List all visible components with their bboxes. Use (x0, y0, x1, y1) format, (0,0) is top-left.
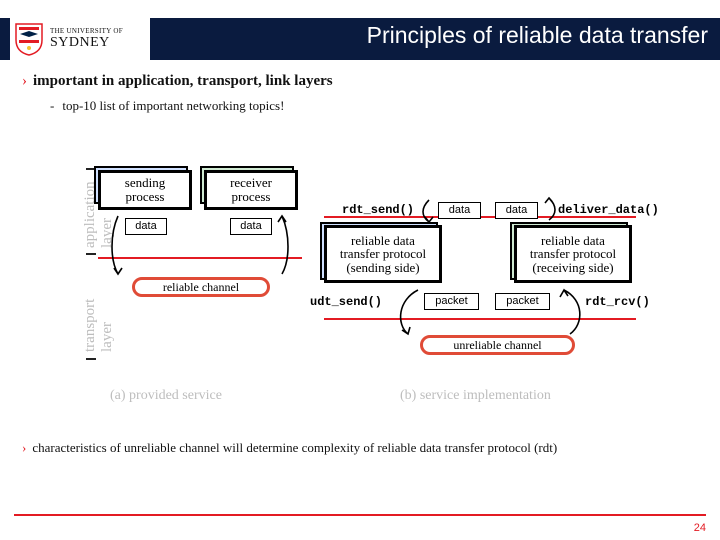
arrow-down-icon (108, 216, 128, 278)
arrow-up-icon (556, 290, 590, 338)
data-label: data (495, 202, 538, 219)
receiver-process-box: receiver process (204, 170, 298, 210)
bullet-1: ›important in application, transport, li… (22, 72, 698, 90)
page-number: 24 (694, 522, 706, 534)
sending-process-box: sending process (98, 170, 192, 210)
crest-icon (14, 22, 44, 56)
tick-mark (86, 253, 96, 255)
packet-label: packet (495, 293, 550, 310)
rdt-sending-box: reliable data transfer protocol (sending… (324, 225, 442, 283)
logo-big-text: SYDNEY (50, 35, 123, 51)
data-label: data (438, 202, 481, 219)
deliver-data-label: deliver_data() (558, 203, 659, 217)
bullet-2: -top-10 list of important networking top… (50, 98, 698, 114)
reliable-channel-box: reliable channel (132, 277, 270, 297)
rdt-diagram: application layer transport layer sendin… (30, 138, 690, 418)
caption-a: (a) provided service (110, 388, 222, 404)
arrow-up-icon (272, 216, 292, 278)
footer-divider (14, 514, 706, 516)
arrow-up-icon (538, 198, 560, 222)
packet-label: packet (424, 293, 479, 310)
label-transport-layer: transport layer (82, 299, 116, 352)
rdt-rcv-label: rdt_rcv() (585, 295, 650, 309)
unreliable-channel-box: unreliable channel (420, 335, 575, 355)
data-label: data (230, 218, 272, 235)
bullet-list: ›important in application, transport, li… (22, 72, 698, 114)
data-label: data (125, 218, 167, 235)
arrow-down-icon (418, 200, 440, 224)
footer-bullet: ›characteristics of unreliable channel w… (22, 440, 698, 456)
university-logo: THE UNIVERSITY OF SYDNEY (10, 10, 150, 68)
rdt-send-label: rdt_send() (342, 203, 414, 217)
logo-small-text: THE UNIVERSITY OF (50, 27, 123, 35)
rdt-receiving-box: reliable data transfer protocol (receivi… (514, 225, 632, 283)
arrow-down-icon (390, 290, 424, 338)
udt-send-label: udt_send() (310, 295, 382, 309)
slide-title: Principles of reliable data transfer (367, 22, 708, 49)
tick-mark (86, 358, 96, 360)
caption-b: (b) service implementation (400, 388, 551, 404)
